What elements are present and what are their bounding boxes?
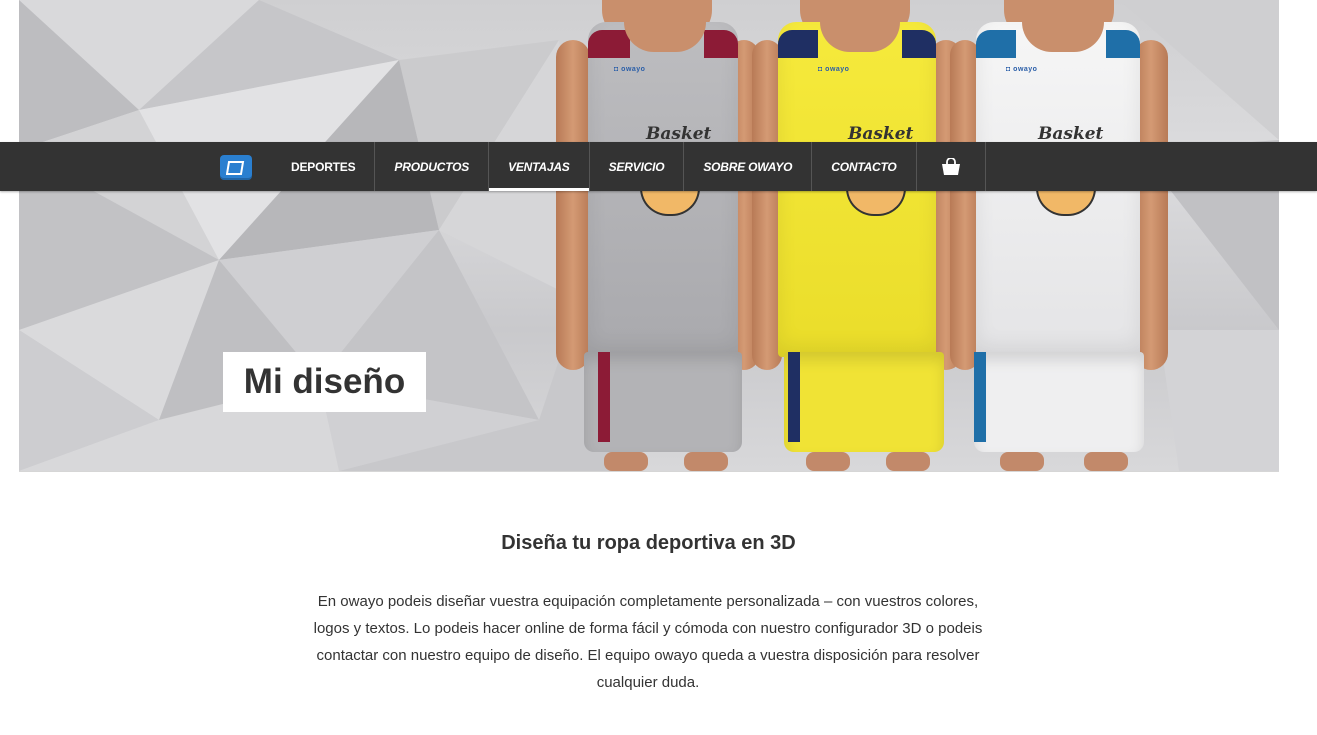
shopping-bag-icon[interactable] (917, 142, 986, 191)
player-white: ◘ owayo Basket (944, 0, 1184, 471)
hero-title: Mi diseño (223, 352, 426, 412)
jersey-script: Basket (1038, 124, 1104, 144)
player-yellow: ◘ owayo Basket (744, 0, 964, 471)
brand-mark: ◘ owayo (614, 66, 646, 73)
nav-item-sobre-owayo[interactable]: SOBRE OWAYO (684, 142, 813, 191)
nav-item-productos[interactable]: PRODUCTOS (375, 142, 490, 191)
player-grey: ◘ owayo Basket (544, 0, 764, 471)
nav-item-ventajas[interactable]: VENTAJAS (489, 142, 590, 191)
jersey-script: Basket (646, 124, 712, 144)
brand-mark: ◘ owayo (1006, 66, 1038, 73)
nav-item-contacto[interactable]: CONTACTO (812, 142, 917, 191)
brand-mark: ◘ owayo (818, 66, 850, 73)
nav-menu: DEPORTES PRODUCTOS VENTAJAS SERVICIO SOB… (272, 142, 986, 191)
section-body-text: En owayo podeis diseñar vuestra equipaci… (313, 593, 983, 691)
main-navbar: DEPORTES PRODUCTOS VENTAJAS SERVICIO SOB… (0, 142, 1317, 191)
hero-banner: ◘ owayo Basket ◘ owayo Basket ◘ owayo Ba (19, 0, 1279, 472)
nav-item-deportes[interactable]: DEPORTES (272, 142, 376, 191)
jersey-script: Basket (848, 124, 914, 144)
nav-item-servicio[interactable]: SERVICIO (590, 142, 685, 191)
owayo-logo-icon[interactable] (220, 155, 252, 180)
section-heading: Diseña tu ropa deportiva en 3D (501, 532, 796, 554)
